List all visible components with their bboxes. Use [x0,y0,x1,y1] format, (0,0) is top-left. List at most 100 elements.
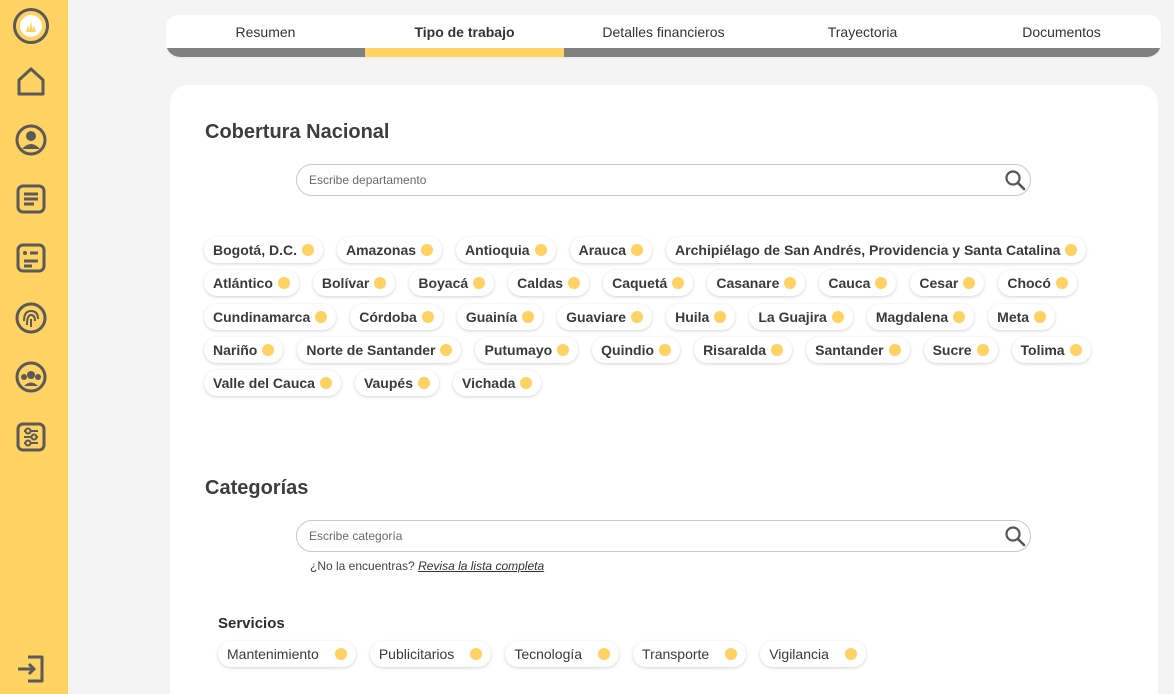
department-chip[interactable]: Amazonas [337,237,443,263]
department-chip[interactable]: Sucre [923,336,998,363]
department-chip[interactable]: Cauca [819,270,897,297]
service-chip[interactable]: Publicitarios [369,641,492,667]
tab-tipo-de-trabajo[interactable]: Tipo de trabajo [365,15,564,48]
department-chip[interactable]: Putumayo [475,336,579,363]
search-icon[interactable] [1004,169,1026,191]
status-dot-icon [888,343,901,356]
full-list-link[interactable]: Revisa la lista completa [418,559,544,573]
department-chip-label: Sucre [932,341,972,358]
department-chip[interactable]: Meta [988,303,1056,330]
department-chip-label: Atlántico [213,275,273,292]
department-chip[interactable]: Cesar [910,270,985,297]
department-chip[interactable]: Guainía [456,303,544,330]
department-chip[interactable]: Guaviare [557,303,653,330]
logo-icon[interactable] [13,8,49,44]
department-chip[interactable]: Atlántico [204,270,299,297]
department-chip-label: Meta [997,308,1030,325]
status-dot-icon [470,648,483,660]
category-hint-text: ¿No la encuentras? [310,559,415,573]
status-dot-icon [659,343,672,356]
department-chip[interactable]: Caldas [508,270,590,297]
tab-resumen[interactable]: Resumen [166,15,365,48]
department-chip[interactable]: Magdalena [866,303,975,330]
categories-title: Categorías [205,477,309,499]
department-chip[interactable]: Quindio [592,336,681,363]
status-dot-icon [302,244,314,256]
department-chip[interactable]: Bolívar [312,270,396,297]
status-dot-icon [1034,310,1047,323]
department-chip[interactable]: Santander [806,336,910,363]
team-icon[interactable] [14,360,48,394]
status-dot-icon [374,277,387,290]
department-chip[interactable]: Antioquia [456,237,556,263]
status-dot-icon [1055,277,1068,290]
tab-trayectoria[interactable]: Trayectoria [763,15,962,48]
chip-row: Bogotá, D.C. Amazonas Antioquia Arauca Archi… [204,237,1104,263]
status-dot-icon [771,343,784,356]
department-chip[interactable]: Vichada [452,370,542,397]
department-chip-label: Guainía [465,308,518,325]
document-icon[interactable] [14,241,48,275]
category-search-input[interactable] [297,521,977,551]
department-chip[interactable]: Bogotá, D.C. [204,237,323,263]
department-chips: Bogotá, D.C. Amazonas Antioquia Arauca Archi… [204,237,1104,403]
department-chip[interactable]: Valle del Cauca [204,370,341,397]
status-dot-icon [1069,343,1082,356]
status-dot-icon [421,310,434,323]
department-chip-label: Casanare [716,275,780,292]
tab-indicator-segment [962,48,1161,57]
status-dot-icon [522,310,535,323]
department-chip[interactable]: Tolima [1011,336,1091,363]
department-chip-label: Risaralda [703,341,767,358]
department-chip[interactable]: La Guajira [749,303,853,330]
department-chip-label: Valle del Cauca [213,375,315,392]
department-chip-label: Huila [675,308,710,325]
department-chip[interactable]: Córdoba [350,303,443,330]
service-chip[interactable]: Vigilancia [760,641,866,667]
department-search-input[interactable] [297,165,977,195]
department-chip-label: Vaupés [363,375,413,392]
department-chip[interactable]: Nariño [204,336,284,363]
service-chip[interactable]: Mantenimiento [218,641,356,667]
department-chip[interactable]: Boyacá [409,270,495,297]
service-chip-label: Vigilancia [769,646,829,662]
service-chip[interactable]: Tecnología [505,641,620,667]
department-chip-label: Antioquia [465,242,530,258]
department-chip[interactable]: Archipiélago de San Andrés, Providencia … [666,237,1087,263]
logout-icon[interactable] [14,652,48,686]
status-dot-icon [473,277,486,290]
tab-indicator-segment [564,48,763,57]
department-chip[interactable]: Vaupés [354,370,439,397]
department-chip[interactable]: Norte de Santander [297,336,462,363]
tab-detalles-financieros[interactable]: Detalles financieros [564,15,763,48]
list-icon[interactable] [14,182,48,216]
category-search [296,520,1031,552]
profile-icon[interactable] [14,123,48,157]
tab-documentos[interactable]: Documentos [962,15,1161,48]
department-search [296,164,1031,196]
status-dot-icon [1065,244,1078,256]
chip-row: Valle del Cauca Vaupés Vichada [204,370,1104,397]
services-chips: Mantenimiento Publicitarios Tecnología Tran… [218,641,880,667]
department-chip[interactable]: Cundinamarca [204,303,337,330]
status-dot-icon [725,648,738,660]
department-chip-label: Quindio [601,341,655,358]
fingerprint-icon[interactable] [14,301,48,335]
department-chip[interactable]: Arauca [569,237,653,263]
department-chip[interactable]: Chocó [998,270,1077,297]
department-chip-label: Caquetá [612,275,668,292]
department-chip-label: Vichada [461,375,516,392]
status-dot-icon [417,377,430,390]
search-icon[interactable] [1004,525,1026,547]
status-dot-icon [319,377,332,390]
department-chip[interactable]: Caquetá [603,270,694,297]
service-chip[interactable]: Transporte [633,641,747,667]
department-chip[interactable]: Huila [666,303,736,330]
home-icon[interactable] [14,64,48,98]
department-chip[interactable]: Casanare [707,270,806,297]
chip-row: Cundinamarca Córdoba Guainía Guaviare Huila L… [204,303,1104,330]
department-chip[interactable]: Risaralda [694,336,793,363]
status-dot-icon [534,244,547,256]
tab-indicator-segment [763,48,962,57]
settings-icon[interactable] [14,420,48,454]
